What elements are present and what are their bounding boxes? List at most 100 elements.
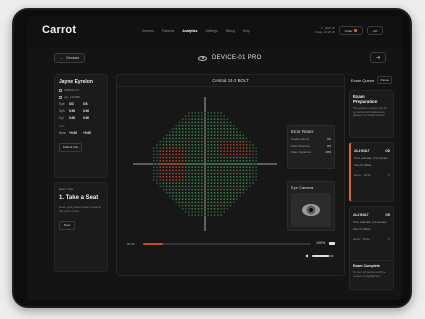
- field-test-point: [204, 147, 206, 149]
- field-test-point: [213, 131, 216, 133]
- field-test-point: [194, 172, 197, 175]
- add-id-button[interactable]: +ID: [367, 26, 383, 35]
- field-test-point: [229, 137, 232, 140]
- field-test-point: [226, 140, 229, 143]
- nav-patients[interactable]: Patients: [162, 29, 174, 33]
- field-test-point: [216, 204, 219, 207]
- field-test-point: [207, 195, 210, 197]
- nav-settings[interactable]: Settings: [205, 29, 217, 33]
- field-test-point: [210, 211, 213, 213]
- field-test-point: [255, 147, 258, 149]
- edit-icon[interactable]: ✎: [388, 237, 390, 241]
- field-test-point: [200, 182, 203, 185]
- field-test-point: [207, 191, 210, 194]
- field-test-point: [175, 198, 178, 201]
- field-test-point: [207, 156, 210, 159]
- back-to-devices-button[interactable]: ← Devices: [54, 53, 85, 63]
- field-test-point: [181, 121, 184, 124]
- field-test-point: [204, 166, 206, 169]
- field-test-point: [197, 121, 200, 124]
- nav-analytics[interactable]: Analytics: [182, 29, 197, 33]
- field-test-point: [181, 175, 184, 178]
- volume-slider[interactable]: [312, 255, 334, 257]
- field-test-point: [239, 188, 242, 191]
- field-test-point: [194, 179, 197, 181]
- date-time: 4 · 2025 20 Friday, 20:20:00: [301, 26, 335, 34]
- edit-icon[interactable]: ✎: [388, 173, 390, 177]
- field-test-point: [220, 159, 222, 162]
- volume-fill: [312, 255, 329, 257]
- field-test-point: [162, 166, 165, 169]
- exam-item[interactable]: 24-2 BOLT OD Time estimate: 3:4 minutes S…: [349, 142, 394, 202]
- field-test-point: [226, 153, 229, 156]
- field-test-point: [210, 140, 213, 143]
- field-test-point: [172, 137, 174, 140]
- field-test-point: [229, 179, 232, 181]
- field-test-point: [172, 134, 174, 137]
- field-test-point: [200, 179, 203, 181]
- field-test-point: [223, 159, 226, 162]
- field-test-point: [175, 191, 178, 194]
- exam-item[interactable]: 24-2 BOLT OS Time estimate: 3:4 minutes S…: [349, 206, 394, 266]
- field-test-point: [239, 140, 242, 143]
- field-test-point: [181, 156, 184, 159]
- rx-od: 0.00: [69, 116, 76, 120]
- field-test-point: [188, 137, 190, 140]
- field-test-point: [172, 159, 174, 162]
- field-test-point: [168, 195, 171, 197]
- field-test-point: [162, 175, 165, 178]
- field-test-point: [159, 163, 162, 165]
- field-test-point: [200, 147, 203, 149]
- field-test-point: [194, 204, 197, 207]
- order-button[interactable]: Order: [339, 26, 363, 35]
- field-test-point: [152, 147, 155, 149]
- nav-devices[interactable]: Devices: [142, 29, 154, 33]
- field-test-point: [191, 204, 194, 207]
- rx-key: Sph: [59, 109, 65, 113]
- field-test-point: [178, 185, 181, 188]
- nav-help[interactable]: Help: [243, 29, 250, 33]
- field-test-point: [229, 143, 232, 146]
- field-test-point: [232, 179, 235, 181]
- field-test-point: [216, 159, 219, 162]
- field-test-point: [223, 127, 226, 130]
- field-test-point: [194, 150, 197, 153]
- field-test-point: [248, 172, 251, 175]
- field-test-point: [200, 166, 203, 169]
- field-test-point: [216, 214, 219, 217]
- field-test-point: [152, 156, 155, 159]
- field-test-point: [229, 191, 232, 194]
- battery-icon: [329, 241, 335, 245]
- exit-button[interactable]: ⇥: [370, 52, 386, 63]
- field-test-point: [207, 124, 210, 127]
- field-test-point: [188, 163, 190, 165]
- field-test-point: [188, 134, 190, 137]
- status-dot-icon: [354, 29, 358, 32]
- main-nav: Devices Patients Analytics Settings Bill…: [142, 29, 250, 33]
- tips-label: Exam Tips: [59, 187, 74, 191]
- patient-info-button[interactable]: Patient Info: [59, 142, 83, 152]
- field-test-point: [197, 159, 200, 162]
- field-test-point: [194, 207, 197, 210]
- rx-key: Cyl: [59, 116, 64, 120]
- field-test-point: [220, 179, 222, 181]
- nav-billing[interactable]: Billing: [226, 29, 235, 33]
- field-test-point: [178, 124, 181, 127]
- field-test-point: [239, 159, 242, 162]
- field-test-point: [188, 166, 190, 169]
- field-test-point: [213, 127, 216, 130]
- field-test-point: [168, 153, 171, 156]
- volume-icon: ◀: [305, 253, 309, 258]
- field-test-point: [229, 166, 232, 169]
- field-test-point: [245, 163, 248, 165]
- field-test-point: [248, 169, 251, 172]
- field-test-point: [152, 153, 155, 156]
- tips-next-button[interactable]: Next: [59, 220, 76, 230]
- field-test-point: [159, 147, 162, 149]
- field-test-point: [197, 115, 200, 117]
- field-test-point: [252, 172, 254, 175]
- field-test-point: [162, 185, 165, 188]
- field-test-point: [200, 143, 203, 146]
- pause-button[interactable]: Pause: [377, 76, 392, 84]
- field-test-point: [223, 172, 226, 175]
